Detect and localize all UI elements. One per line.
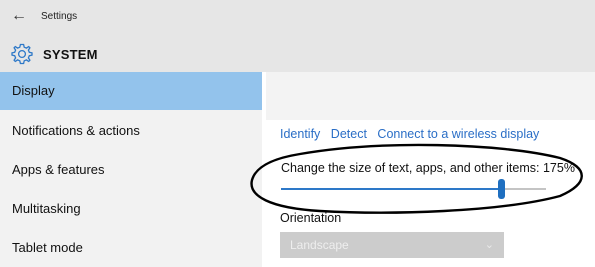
detect-link[interactable]: Detect — [331, 127, 367, 141]
display-preview-area — [266, 72, 595, 120]
chevron-down-icon: ⌄ — [484, 239, 494, 251]
gear-icon — [11, 43, 33, 65]
scale-label: Change the size of text, apps, and other… — [281, 161, 575, 175]
display-links: Identify Detect Connect to a wireless di… — [280, 127, 546, 141]
back-arrow-icon[interactable]: ← — [11, 8, 29, 24]
identify-link[interactable]: Identify — [280, 127, 320, 141]
orientation-dropdown[interactable]: Landscape ⌄ — [280, 232, 504, 258]
connect-wireless-display-link[interactable]: Connect to a wireless display — [377, 127, 539, 141]
sidebar-item-apps-features[interactable]: Apps & features — [0, 151, 262, 189]
title-bar: ← Settings — [0, 0, 595, 34]
window-title: Settings — [41, 11, 78, 22]
scale-slider-thumb[interactable] — [498, 179, 505, 199]
sidebar-item-multitasking[interactable]: Multitasking — [0, 190, 262, 228]
sidebar: Display Notifications & actions Apps & f… — [0, 72, 262, 267]
sidebar-item-display[interactable]: Display — [0, 72, 262, 110]
page-header: SYSTEM — [0, 34, 595, 72]
sidebar-item-tablet-mode[interactable]: Tablet mode — [0, 229, 262, 267]
orientation-label: Orientation — [280, 211, 342, 225]
scale-slider[interactable] — [281, 179, 546, 199]
sidebar-item-notifications-actions[interactable]: Notifications & actions — [0, 112, 262, 150]
orientation-value: Landscape — [290, 238, 349, 252]
scale-slider-fill — [281, 188, 501, 190]
section-title: SYSTEM — [43, 47, 98, 62]
